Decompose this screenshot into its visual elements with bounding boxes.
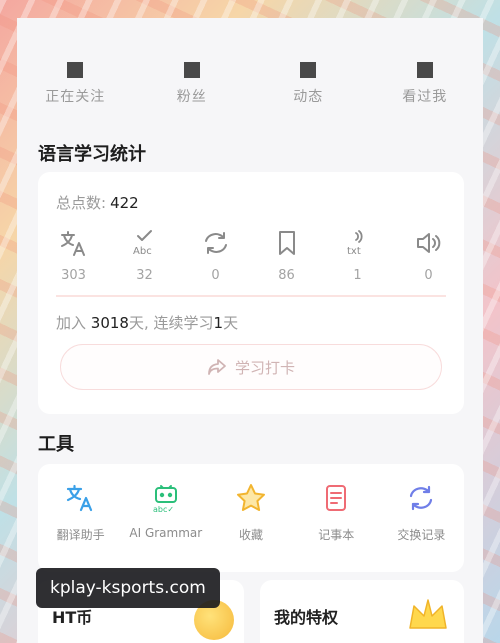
bookmark-icon [278, 231, 295, 255]
join-days: 3018 [90, 314, 129, 332]
metric-corrections-value: 32 [136, 268, 153, 283]
learning-stats-title: 语言学习统计 [38, 144, 146, 165]
crown-icon [409, 599, 447, 629]
metric-translations-value: 303 [61, 268, 86, 283]
exchange-record-icon [410, 485, 433, 511]
stat-visitors-label: 看过我 [402, 89, 448, 105]
learning-stats-card: 总点数: 422 303 Abc 32 0 86 txt 1 0 加入 3018… [38, 172, 464, 414]
stat-fans-label: 粉丝 [176, 89, 207, 105]
privileges-card[interactable]: 我的特权 [260, 580, 464, 643]
tool-ai-grammar-label: AI Grammar [129, 526, 203, 540]
star-icon [237, 484, 265, 511]
tools-card: 翻译助手 abc✓ AI Grammar 收藏 记事本 交换记录 [38, 464, 464, 572]
stat-moments-count [300, 62, 317, 78]
tool-exchange-record[interactable]: 交换记录 [379, 482, 464, 543]
ai-grammar-icon: abc✓ [153, 485, 177, 514]
metric-exchanges-value: 0 [211, 268, 220, 283]
watermark-banner: kplay-ksports.com [36, 568, 220, 608]
tool-favorites[interactable]: 收藏 [208, 482, 293, 543]
stat-fans[interactable]: 粉丝 [134, 58, 251, 118]
refresh-icon [204, 232, 227, 254]
tools-title: 工具 [38, 434, 74, 455]
streak-days: 1 [213, 314, 224, 332]
metric-transcriptions[interactable]: txt 1 [322, 228, 393, 283]
translate-assistant-icon [66, 484, 92, 512]
stat-moments-label: 动态 [293, 89, 324, 105]
stat-following[interactable]: 正在关注 [17, 58, 134, 118]
join-info: 加入 3018天, 连续学习1天 [56, 312, 238, 333]
tool-exchange-record-label: 交换记录 [397, 528, 446, 542]
metric-exchanges[interactable]: 0 [180, 228, 251, 283]
tool-translate-assistant-label: 翻译助手 [56, 528, 105, 542]
total-points: 总点数: 422 [56, 192, 139, 213]
total-points-value: 422 [110, 194, 139, 212]
stat-visitors-count [416, 62, 433, 78]
profile-stats-row: 正在关注 粉丝 动态 看过我 [17, 58, 483, 118]
share-arrow-icon [208, 359, 226, 375]
tool-notebook[interactable]: 记事本 [294, 482, 379, 543]
checkin-button[interactable]: 学习打卡 [60, 344, 442, 390]
metric-voice[interactable]: 0 [393, 228, 464, 283]
total-points-label: 总点数: [56, 194, 107, 212]
tools-row: 翻译助手 abc✓ AI Grammar 收藏 记事本 交换记录 [38, 482, 464, 543]
stat-following-count [67, 62, 84, 78]
stat-visitors[interactable]: 看过我 [367, 58, 484, 118]
translate-icon [60, 231, 85, 256]
join-prefix: 加入 [56, 314, 87, 332]
tool-translate-assistant[interactable]: 翻译助手 [38, 482, 123, 543]
svg-text:txt: txt [347, 246, 361, 257]
txt-audio-icon: txt [347, 230, 363, 257]
stat-moments[interactable]: 动态 [250, 58, 367, 118]
metric-bookmarks[interactable]: 86 [251, 228, 322, 283]
join-mid: 天, 连续学习 [128, 314, 214, 332]
svg-text:Abc: Abc [133, 246, 152, 257]
metric-transcriptions-value: 1 [353, 268, 362, 283]
tool-ai-grammar[interactable]: abc✓ AI Grammar [123, 482, 208, 543]
join-suffix: 天 [223, 314, 239, 332]
learning-metrics: 303 Abc 32 0 86 txt 1 0 [38, 228, 464, 283]
abc-check-icon: Abc [133, 230, 152, 257]
tool-favorites-label: 收藏 [239, 528, 264, 542]
metric-translations[interactable]: 303 [38, 228, 109, 283]
notebook-icon [326, 485, 347, 511]
speaker-icon [416, 233, 440, 253]
card-divider [56, 295, 446, 297]
stat-following-label: 正在关注 [45, 89, 106, 105]
checkin-label: 学习打卡 [234, 358, 295, 377]
tool-notebook-label: 记事本 [318, 528, 355, 542]
svg-text:abc✓: abc✓ [153, 505, 174, 514]
privileges-title: 我的特权 [274, 608, 339, 627]
stat-fans-count [183, 62, 200, 78]
metric-corrections[interactable]: Abc 32 [109, 228, 180, 283]
metric-bookmarks-value: 86 [278, 268, 295, 283]
metric-voice-value: 0 [424, 268, 433, 283]
app-screen: 正在关注 粉丝 动态 看过我 语言学习统计 总点数: 422 303 Abc 3… [17, 18, 483, 643]
